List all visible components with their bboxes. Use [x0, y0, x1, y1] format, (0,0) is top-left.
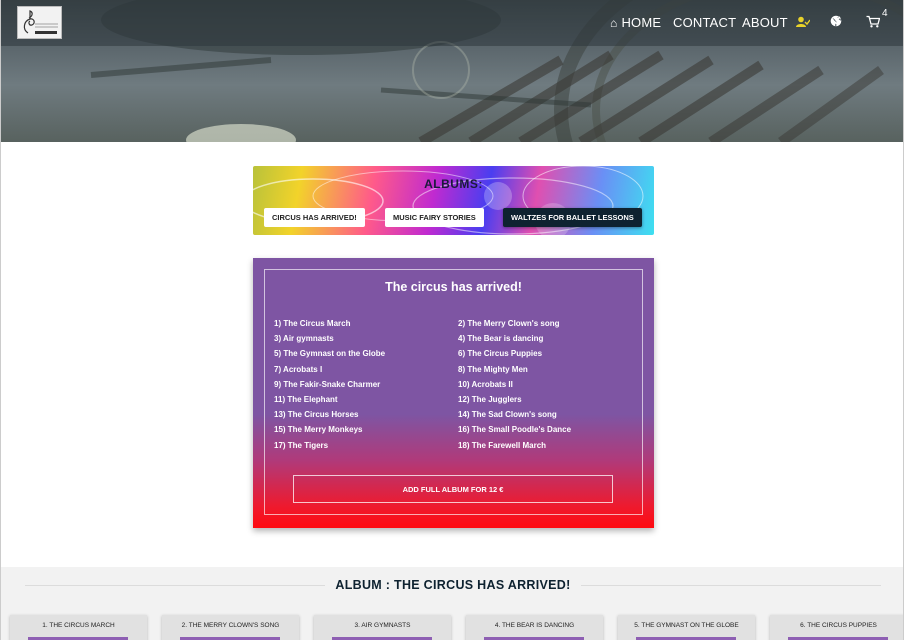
song-card[interactable]: 1. THE CIRCUS MARCH	[10, 615, 147, 640]
site-logo[interactable]	[17, 6, 62, 39]
track-item: 5) The Gymnast on the Globe	[274, 349, 386, 359]
page: ⌂ HOME CONTACT ABOUT 4 ALBUMS: CIRCUS HA…	[0, 0, 904, 640]
song-card[interactable]: 4. THE BEAR IS DANCING	[466, 615, 603, 640]
track-item: 10) Acrobats II	[458, 379, 513, 389]
album-button-fairy-stories[interactable]: MUSIC FAIRY STORIES	[385, 208, 484, 227]
song-card-label: 1. THE CIRCUS MARCH	[42, 622, 115, 629]
track-item: 1) The Circus March	[274, 319, 351, 328]
cart-count-badge: 4	[882, 8, 888, 19]
albums-banner: ALBUMS: CIRCUS HAS ARRIVED! MUSIC FAIRY …	[253, 166, 654, 235]
navbar: ⌂ HOME CONTACT ABOUT 4	[1, 0, 903, 46]
song-card[interactable]: 5. THE GYMNAST ON THE GLOBE	[618, 615, 755, 640]
song-card-label: 5. THE GYMNAST ON THE GLOBE	[634, 622, 739, 629]
home-icon: ⌂	[610, 15, 618, 30]
song-card-label: 4. THE BEAR IS DANCING	[494, 622, 575, 629]
track-item: 16) The Small Poodle's Dance	[458, 425, 572, 435]
track-item: 15) The Merry Monkeys	[274, 425, 363, 435]
treble-clef-logo-icon	[23, 10, 58, 34]
add-full-album-button[interactable]: ADD FULL ALBUM FOR 12 €	[293, 475, 613, 503]
album-button-circus[interactable]: CIRCUS HAS ARRIVED!	[264, 208, 365, 227]
tracklist-title: The circus has arrived!	[385, 280, 522, 294]
album-button-waltzes[interactable]: WALTZES FOR BALLET LESSONS	[503, 208, 642, 227]
song-card[interactable]: 3. AIR GYMNASTS	[314, 615, 451, 640]
nav-contact-label: CONTACT	[673, 15, 737, 30]
track-item: 7) Acrobats I	[274, 364, 323, 374]
track-item: 18) The Farewell March	[458, 440, 547, 450]
song-card-label: 2. THE MERRY CLOWN'S SONG	[181, 622, 280, 629]
nav-about-label: ABOUT	[742, 15, 788, 30]
chevron-down-icon	[832, 16, 841, 25]
track-item: 8) The Mighty Men	[458, 364, 528, 374]
tracklist-card: The circus has arrived! 1) The Circus Ma…	[253, 258, 654, 528]
track-item: 17) The Tigers	[274, 440, 329, 450]
track-item: 4) The Bear is dancing	[458, 334, 544, 344]
albums-title: ALBUMS:	[424, 177, 483, 191]
nav-home-label: HOME	[621, 15, 662, 30]
hero-banner: ⌂ HOME CONTACT ABOUT 4	[1, 0, 903, 142]
track-item: 6) The Circus Puppies	[458, 349, 543, 359]
song-card-label: 3. AIR GYMNASTS	[354, 622, 411, 629]
track-item: 14) The Sad Clown's song	[458, 410, 557, 420]
album-songs-section: ALBUM : THE CIRCUS HAS ARRIVED! 1. THE C…	[1, 567, 903, 640]
song-card[interactable]: 2. THE MERRY CLOWN'S SONG	[162, 615, 299, 640]
album-section-title: ALBUM : THE CIRCUS HAS ARRIVED!	[335, 578, 571, 592]
nav-contact[interactable]: CONTACT	[673, 15, 736, 30]
nav-home[interactable]: ⌂ HOME	[610, 15, 661, 30]
track-item: 13) The Circus Horses	[274, 410, 359, 420]
song-card[interactable]: 6. THE CIRCUS PUPPIES	[770, 615, 903, 640]
song-card-label: 6. THE CIRCUS PUPPIES	[800, 622, 877, 629]
track-item: 9) The Fakir-Snake Charmer	[274, 379, 381, 389]
track-item: 3) Air gymnasts	[274, 334, 334, 344]
track-item: 11) The Elephant	[274, 395, 338, 404]
track-item: 12) The Jugglers	[458, 395, 522, 404]
nav-about[interactable]: ABOUT	[742, 15, 788, 30]
track-item: 2) The Merry Clown's song	[458, 319, 560, 328]
